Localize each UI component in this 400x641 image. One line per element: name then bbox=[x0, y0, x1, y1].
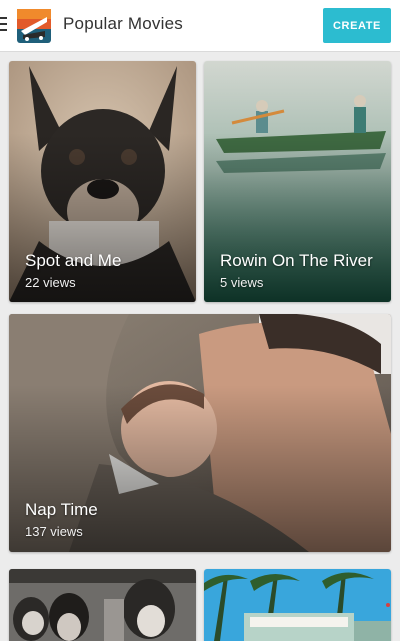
movie-title: Nap Time bbox=[25, 500, 98, 519]
movie-title: Rowin On The River bbox=[220, 251, 373, 270]
create-button[interactable]: CREATE bbox=[323, 8, 391, 43]
movie-views: 22 views bbox=[25, 275, 76, 290]
movie-card-spot-and-me[interactable]: Spot and Me 22 views bbox=[9, 61, 196, 302]
menu-icon[interactable] bbox=[0, 17, 7, 31]
top-app-bar: Popular Movies CREATE bbox=[0, 0, 400, 52]
app-logo bbox=[17, 9, 51, 43]
movie-card-rowin-on-the-river[interactable]: Rowin On The River 5 views bbox=[204, 61, 391, 302]
page-title: Popular Movies bbox=[63, 14, 183, 33]
movie-thumbnail bbox=[9, 569, 196, 641]
movie-card-nap-time[interactable]: Nap Time 137 views bbox=[9, 314, 391, 552]
movie-views: 137 views bbox=[25, 524, 83, 539]
movie-card-5[interactable] bbox=[204, 569, 391, 641]
movie-title: Spot and Me bbox=[25, 251, 122, 270]
movie-thumbnail bbox=[204, 569, 391, 641]
movie-views: 5 views bbox=[220, 275, 264, 290]
movie-card-4[interactable] bbox=[9, 569, 196, 641]
